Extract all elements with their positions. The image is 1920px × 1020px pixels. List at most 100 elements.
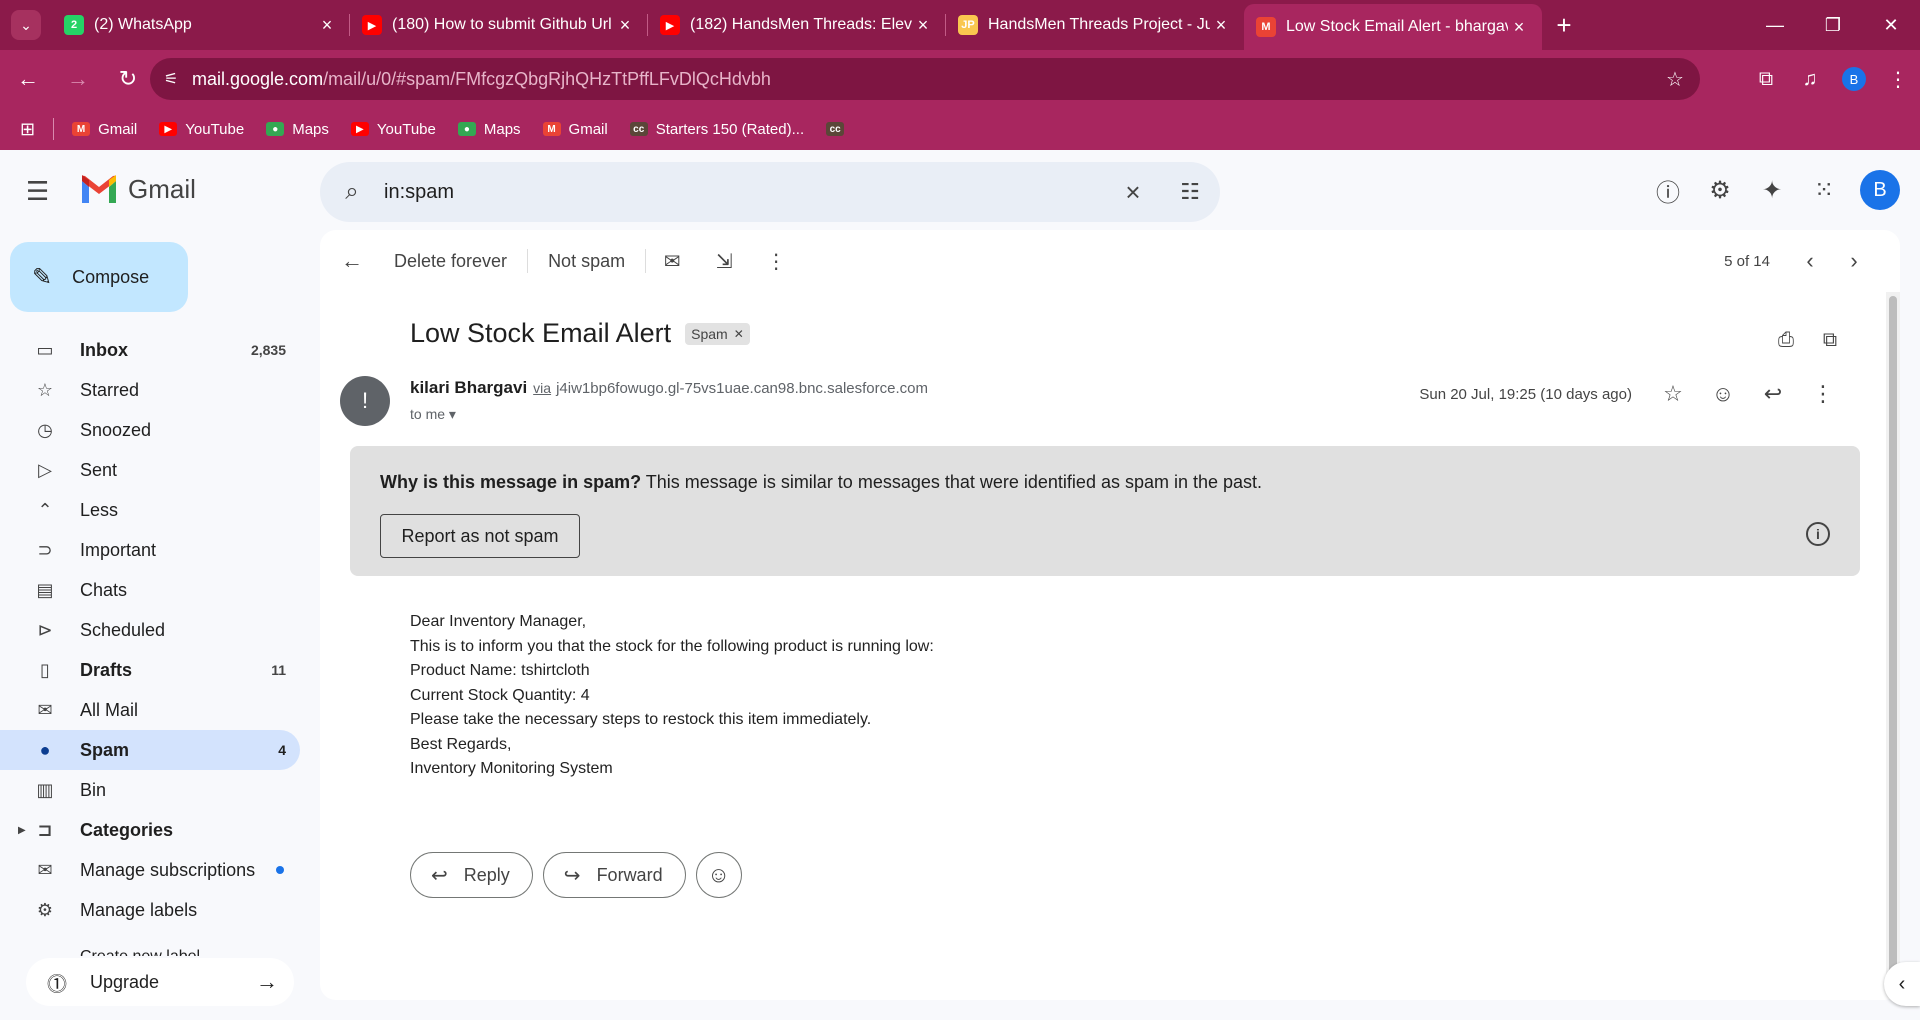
browser-tab[interactable]: JP HandsMen Threads Project - Ju × [946,4,1244,46]
clear-search-icon[interactable]: × [1106,177,1160,208]
help-icon[interactable]: ⓘ [1642,164,1694,216]
bookmark-item[interactable]: cc [826,122,852,136]
settings-gear-icon[interactable]: ⚙ [1694,164,1746,216]
search-bar[interactable]: ⌕ × ☷ [320,162,1220,222]
bookmark-star-icon[interactable]: ☆ [1650,67,1700,92]
kebab-menu-icon[interactable]: ⋮ [1876,57,1920,101]
sidebar-item-all-mail[interactable]: ✉ All Mail [0,690,300,730]
reply-icon[interactable]: ↩ [1748,372,1798,416]
close-tab-icon[interactable]: × [614,15,636,36]
open-new-window-icon[interactable]: ⧉ [1808,318,1852,362]
scrollbar-thumb[interactable] [1889,296,1897,976]
browser-tab[interactable]: 2 (2) WhatsApp × [52,4,350,46]
browser-tab[interactable]: ▶ (180) How to submit Github Url × [350,4,648,46]
print-icon[interactable]: ⎙ [1764,318,1808,362]
sidebar-item-important[interactable]: ⊃ Important [0,530,300,570]
mark-unread-icon[interactable]: ✉ [650,239,694,283]
side-panel-toggle[interactable]: ‹ [1884,962,1920,1006]
bookmark-item[interactable]: ▶ YouTube [350,121,436,138]
bookmark-label: YouTube [185,120,245,138]
sidebar-item-create-label[interactable]: Create new label [80,948,200,956]
newer-chevron-left-icon[interactable]: ‹ [1788,239,1832,283]
close-tab-icon[interactable]: × [912,15,934,36]
expand-caret-icon[interactable]: ▶ [18,825,26,836]
sidebar-item-spam[interactable]: ● Spam 4 [0,730,300,770]
bookmark-item[interactable]: ▶ YouTube [159,121,244,138]
bookmark-item[interactable]: cc Starters 150 (Rated)... [629,121,804,138]
media-controls-icon[interactable]: ♫ [1788,57,1832,101]
close-tab-icon[interactable]: × [316,15,338,36]
back-to-list-icon[interactable]: ← [330,239,374,283]
account-avatar[interactable]: B [1860,170,1900,210]
extensions-icon[interactable]: ⧉ [1744,57,1788,101]
search-icon[interactable]: ⌕ [320,178,384,206]
main-menu-icon[interactable]: ☰ [26,176,62,206]
move-to-icon[interactable]: ⇲ [702,239,746,283]
sender-address: j4iw1bp6fowugo.gl-75vs1uae.can98.bnc.sal… [556,380,928,397]
address-bar[interactable]: ⚟ mail.google.com/mail/u/0/#spam/FMfcgzQ… [150,58,1700,100]
sidebar-item-chats[interactable]: ▤ Chats [0,570,300,610]
sidebar-item-manage-labels[interactable]: ⚙ Manage labels [0,890,300,930]
browser-tab[interactable]: ▶ (182) HandsMen Threads: Elevate × [648,4,946,46]
sender-name[interactable]: kilari Bhargavi [410,378,527,398]
sidebar-item-starred[interactable]: ☆ Starred [0,370,300,410]
close-tab-icon[interactable]: × [1508,17,1530,38]
profile-button[interactable]: B [1832,57,1876,101]
sidebar-item-inbox[interactable]: ▭ Inbox 2,835 [0,330,300,370]
forward-arrow-icon[interactable]: → [56,57,100,101]
report-not-spam-button[interactable]: Report as not spam [380,514,580,558]
chevron-down-icon[interactable]: ⌄ [11,10,41,40]
new-tab-button[interactable]: + [1542,4,1586,46]
tab-search-menu[interactable]: ⌄ [0,0,52,50]
sidebar-item-sent[interactable]: ▷ Sent [0,450,300,490]
restore-icon[interactable]: ❐ [1804,0,1862,50]
message-more-icon[interactable]: ⋮ [1798,372,1848,416]
remove-label-icon[interactable]: ✕ [734,327,744,341]
reply-button[interactable]: ↩ Reply [410,852,533,898]
browser-tab-bar: ⌄ 2 (2) WhatsApp × ▶ (180) How to submit Git… [0,0,1920,50]
bookmark-item[interactable]: ● Maps [457,120,521,138]
forward-button[interactable]: ↪ Forward [542,852,686,898]
sidebar-item-less[interactable]: ⌃ Less [0,490,300,530]
bookmark-label: Maps [483,120,521,138]
search-options-icon[interactable]: ☷ [1160,179,1220,205]
gemini-sparkle-icon[interactable]: ✦ [1746,164,1798,216]
sidebar-item-manage-subscriptions[interactable]: ✉ Manage subscriptions [0,850,300,890]
search-input[interactable] [384,180,1106,204]
bookmark-item[interactable]: M Gmail [72,121,137,138]
bookmark-item[interactable]: M Gmail [542,121,608,138]
older-chevron-right-icon[interactable]: › [1832,239,1876,283]
close-window-icon[interactable]: ✕ [1862,0,1920,50]
more-options-icon[interactable]: ⋮ [754,239,798,283]
browser-tab[interactable]: M Low Stock Email Alert - bhargav × [1244,4,1542,50]
compose-button[interactable]: ✎ Compose [10,242,188,312]
star-message-icon[interactable]: ☆ [1648,372,1698,416]
info-icon[interactable]: i [1806,522,1830,546]
recipient-details[interactable]: to me ▾ [410,406,456,423]
add-reaction-icon[interactable]: ☺ [1698,372,1748,416]
google-apps-icon[interactable]: ⁙ [1798,164,1850,216]
sidebar-item-categories[interactable]: ▶ ⊐ Categories [0,810,300,850]
emoji-reaction-button[interactable]: ☺ [695,852,742,898]
sidebar-item-drafts[interactable]: ▯ Drafts 11 [0,650,300,690]
sidebar-item-snoozed[interactable]: ◷ Snoozed [0,410,300,450]
reload-icon[interactable]: ↻ [106,57,150,101]
gmail-logo[interactable]: Gmail [80,174,196,205]
message-scrollbar[interactable] [1886,292,1900,992]
minimize-icon[interactable]: — [1746,0,1804,50]
back-arrow-icon[interactable]: ← [6,57,50,101]
site-settings-icon[interactable]: ⚟ [150,69,192,89]
url-text[interactable]: mail.google.com/mail/u/0/#spam/FMfcgzQbg… [192,69,1650,90]
sender-via-link[interactable]: via [533,380,551,396]
not-spam-button[interactable]: Not spam [528,251,645,272]
sidebar-item-scheduled[interactable]: ⊳ Scheduled [0,610,300,650]
inbox-icon: ▭ [36,339,54,360]
apps-grid-icon[interactable]: ⊞ [20,119,35,140]
upgrade-button[interactable]: ⓵ Upgrade → [26,958,294,1006]
spam-label-chip[interactable]: Spam ✕ [685,322,750,345]
close-tab-icon[interactable]: × [1210,15,1232,36]
sidebar-item-bin[interactable]: ▥ Bin [0,770,300,810]
bookmark-item[interactable]: ● Maps [266,121,329,138]
delete-forever-button[interactable]: Delete forever [374,251,527,272]
details-caret-icon[interactable]: ▾ [449,406,456,422]
